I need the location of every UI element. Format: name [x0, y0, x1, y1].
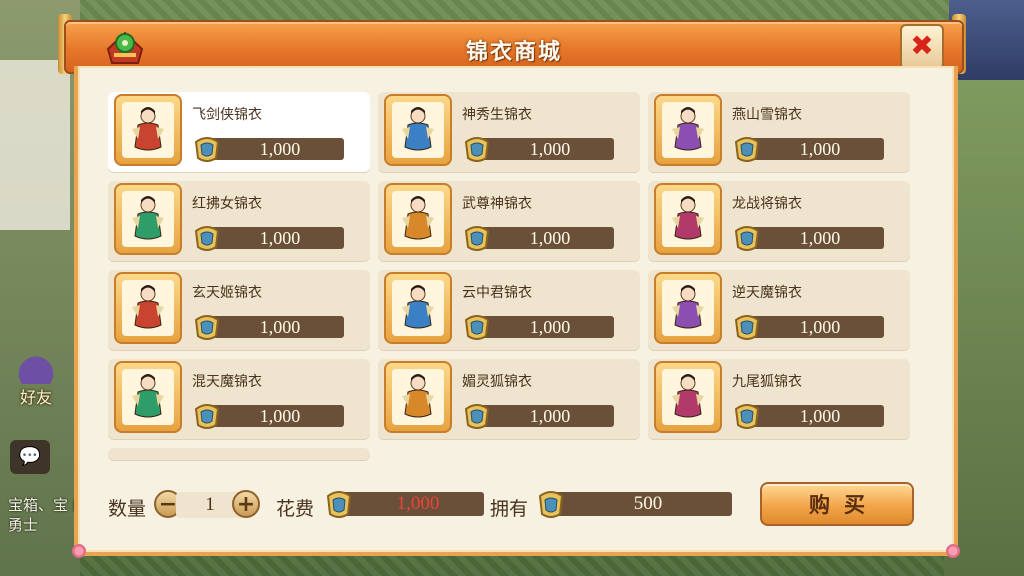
shop-item-card[interactable]: 逆天魔锦衣 1,000: [648, 270, 910, 350]
friend-button[interactable]: 好友: [8, 350, 64, 410]
costume-character-icon: [122, 102, 174, 158]
shop-item-card[interactable]: 媚灵狐锦衣 1,000: [378, 359, 640, 439]
costume-character-icon: [392, 102, 444, 158]
item-price: 1,000: [748, 227, 884, 249]
item-name: 龙战将锦衣: [732, 196, 802, 212]
shop-item-card[interactable]: 玄天姬锦衣 1,000: [108, 270, 370, 350]
close-button[interactable]: ✖: [900, 24, 944, 70]
friend-label: 好友: [19, 388, 52, 407]
shop-item-card[interactable]: 混天魔锦衣 1,000: [108, 359, 370, 439]
close-icon: ✖: [910, 29, 934, 62]
shop-item-card[interactable]: 红拂女锦衣 1,000: [108, 181, 370, 261]
costume-character-icon: [122, 191, 174, 247]
costume-character-icon: [662, 369, 714, 425]
quantity-plus-button[interactable]: +: [232, 490, 260, 518]
item-icon-frame: [384, 361, 452, 433]
item-icon-frame: [384, 183, 452, 255]
item-price: 1,000: [478, 405, 614, 427]
item-name: 逆天魔锦衣: [732, 285, 802, 301]
item-price: 1,000: [208, 227, 344, 249]
cost-value: 1,000: [342, 492, 484, 516]
shop-item-card[interactable]: 飞剑侠锦衣 1,000: [108, 92, 370, 172]
buy-button[interactable]: 购买: [760, 482, 914, 526]
chat-bubble-icon: 💬: [18, 446, 42, 467]
dialog-title: 锦衣商城: [465, 40, 562, 65]
costume-character-icon: [392, 280, 444, 336]
costume-character-icon: [662, 102, 714, 158]
shop-panel: 飞剑侠锦衣 1,000 神秀生锦衣 1,000 燕山雪锦衣 1,000 红拂女锦衣 1,000…: [72, 66, 960, 558]
item-icon-frame: [654, 94, 722, 166]
coin-icon: [462, 221, 492, 253]
shop-dialog: 锦衣商城 ✖ 飞剑侠锦衣 1,000 神秀生锦衣 1,000 燕山雪锦衣 1,000 红拂女…: [58, 14, 966, 562]
shop-item-card[interactable]: 九尾狐锦衣 1,000: [648, 359, 910, 439]
flower-ornament-icon: [946, 544, 960, 558]
shop-item-card[interactable]: 龙战将锦衣 1,000: [648, 181, 910, 261]
owned-value: 500: [554, 492, 732, 516]
coin-icon: [192, 132, 222, 164]
coin-icon: [732, 399, 762, 431]
coin-icon: [732, 310, 762, 342]
item-name: 飞剑侠锦衣: [192, 107, 262, 123]
item-icon-frame: [114, 183, 182, 255]
shop-item-card[interactable]: 神秀生锦衣 1,000: [378, 92, 640, 172]
coin-icon: [462, 399, 492, 431]
item-icon-frame: [384, 272, 452, 344]
coin-icon: [462, 310, 492, 342]
coin-icon: [732, 221, 762, 253]
item-price: 1,000: [748, 405, 884, 427]
chat-button[interactable]: 💬: [10, 440, 50, 474]
costume-character-icon: [122, 280, 174, 336]
item-price: 1,000: [748, 316, 884, 338]
purchase-bar: 数量 − 1 + 花费 1,000 拥有 500 购买: [108, 476, 928, 536]
item-icon-frame: [654, 272, 722, 344]
item-name: 媚灵狐锦衣: [462, 374, 532, 390]
item-price: 1,000: [208, 316, 344, 338]
costume-character-icon: [662, 191, 714, 247]
coin-icon: [324, 486, 354, 520]
shop-item-card-partial[interactable]: [108, 448, 370, 460]
item-price: 1,000: [208, 138, 344, 160]
item-icon-frame: [114, 272, 182, 344]
item-icon-frame: [114, 94, 182, 166]
shop-item-card[interactable]: 云中君锦衣 1,000: [378, 270, 640, 350]
item-price: 1,000: [478, 316, 614, 338]
shop-item-card[interactable]: 武尊神锦衣 1,000: [378, 181, 640, 261]
costume-character-icon: [122, 369, 174, 425]
item-icon-frame: [654, 361, 722, 433]
coin-icon: [462, 132, 492, 164]
item-name: 红拂女锦衣: [192, 196, 262, 212]
item-icon-frame: [654, 183, 722, 255]
item-price: 1,000: [208, 405, 344, 427]
item-name: 武尊神锦衣: [462, 196, 532, 212]
costume-character-icon: [392, 369, 444, 425]
item-name: 云中君锦衣: [462, 285, 532, 301]
costume-character-icon: [392, 191, 444, 247]
item-name: 燕山雪锦衣: [732, 107, 802, 123]
item-name: 混天魔锦衣: [192, 374, 262, 390]
shop-item-card[interactable]: 燕山雪锦衣 1,000: [648, 92, 910, 172]
flower-ornament-icon: [72, 544, 86, 558]
coin-icon: [192, 399, 222, 431]
plus-icon: +: [236, 492, 256, 517]
item-name: 玄天姬锦衣: [192, 285, 262, 301]
item-price: 1,000: [478, 138, 614, 160]
minus-icon: −: [158, 492, 178, 517]
coin-icon: [536, 486, 566, 520]
costume-character-icon: [662, 280, 714, 336]
coin-icon: [192, 310, 222, 342]
coin-icon: [732, 132, 762, 164]
item-name: 神秀生锦衣: [462, 107, 532, 123]
item-icon-frame: [384, 94, 452, 166]
item-grid[interactable]: 飞剑侠锦衣 1,000 神秀生锦衣 1,000 燕山雪锦衣 1,000 红拂女锦衣 1,000…: [108, 92, 928, 462]
coin-icon: [192, 221, 222, 253]
wizard-hat-icon: [16, 350, 56, 384]
item-price: 1,000: [748, 138, 884, 160]
item-price: 1,000: [478, 227, 614, 249]
quantity-label: 数量: [108, 498, 147, 520]
item-icon-frame: [114, 361, 182, 433]
item-name: 九尾狐锦衣: [732, 374, 802, 390]
cost-label: 花费: [276, 498, 315, 520]
owned-label: 拥有: [490, 498, 529, 520]
